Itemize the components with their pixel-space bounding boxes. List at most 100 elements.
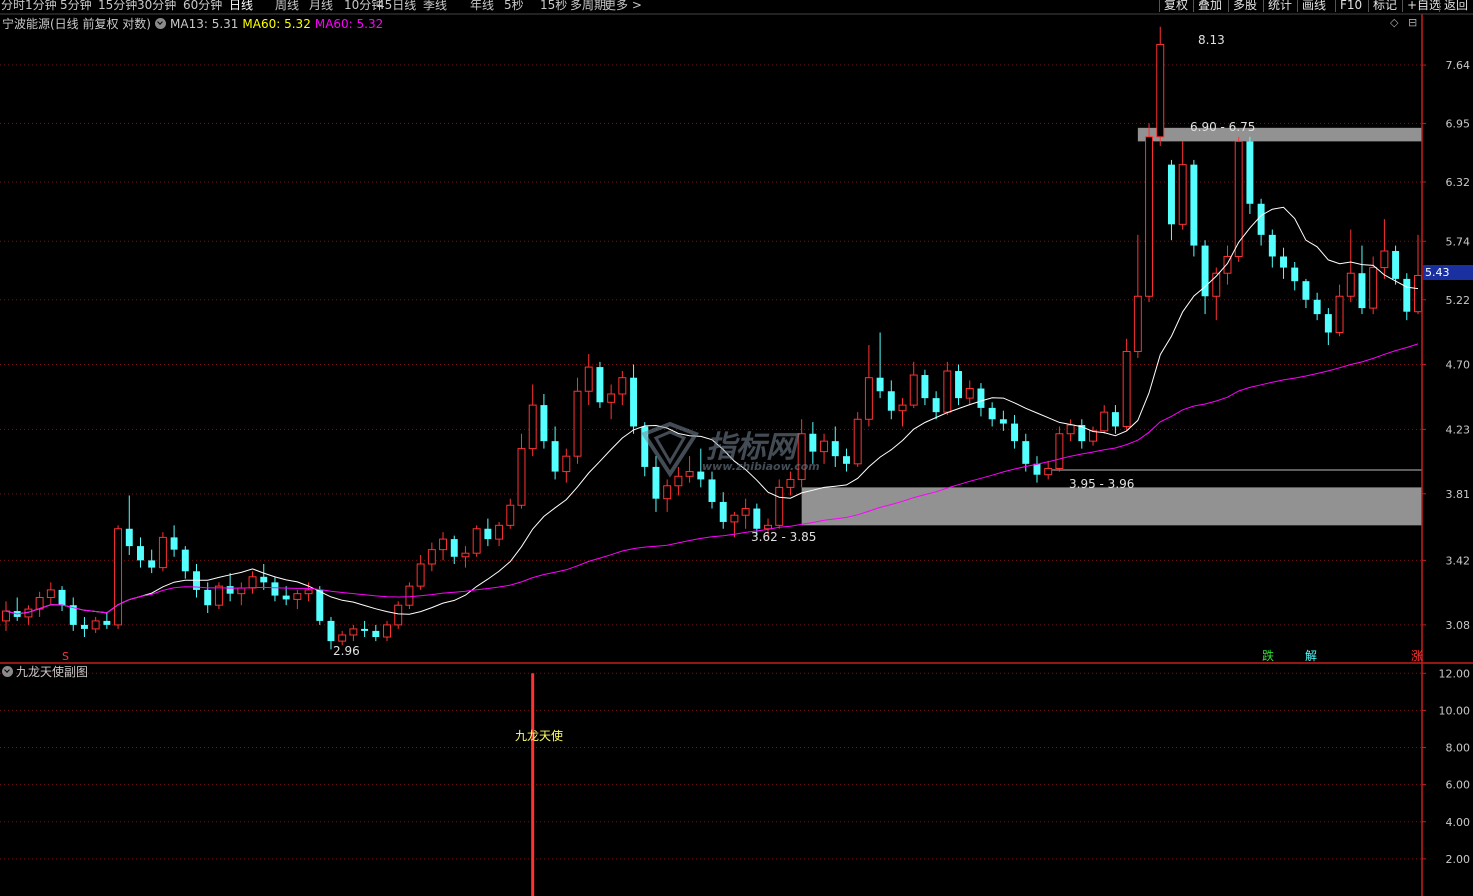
diamond-icon[interactable]: ◇ [1390, 16, 1398, 29]
candle-body-111 [1246, 141, 1254, 204]
candle-body-50 [562, 455, 571, 473]
y-tick-label-sub-5: 2.00 [1446, 853, 1471, 866]
candle-body-68 [764, 524, 773, 530]
candle-body-34 [383, 624, 391, 638]
candle-body-67 [753, 508, 761, 529]
candle-body-13 [148, 560, 156, 568]
indicator-toggle-icon[interactable] [155, 18, 166, 29]
candle-body-83 [932, 398, 940, 413]
period-tab-12[interactable]: 年线 [470, 0, 494, 12]
annotation-gap-top: 6.90 - 6.75 [1190, 120, 1255, 134]
toolbar-button-6[interactable]: 标记 [1368, 0, 1401, 12]
period-tab-16[interactable]: 更多 > [604, 0, 642, 12]
candle-body-14 [158, 536, 167, 569]
price-zone-top [1137, 127, 1422, 142]
y-tick-label-main-5: 4.70 [1446, 358, 1471, 371]
candle-body-22 [248, 576, 257, 589]
candle-body-29 [327, 620, 335, 642]
candle-body-40 [450, 539, 458, 557]
ma60-label-a: MA60: 5.32 [242, 17, 311, 31]
candle-body-73 [820, 440, 829, 453]
sub-y-axis: 12.00 10.00 8.00 6.00 4.00 2.00 [1422, 667, 1470, 866]
candle-body-101 [1133, 295, 1142, 352]
candle-body-23 [260, 576, 268, 583]
watermark-logo-icon [640, 421, 700, 478]
candle-body-0 [2, 610, 10, 622]
toolbar-button-8[interactable]: 返回 [1439, 0, 1472, 12]
candle-body-70 [786, 478, 795, 488]
candle-body-51 [573, 390, 582, 457]
period-tab-14[interactable]: 15秒 [540, 0, 567, 12]
period-tab-13[interactable]: 5秒 [504, 0, 524, 12]
candle-body-81 [909, 374, 918, 406]
candle-body-94 [1055, 433, 1064, 469]
candle-body-114 [1280, 256, 1287, 268]
main-grid [0, 64, 1422, 626]
toolbar-button-2[interactable]: 多股 [1228, 0, 1261, 12]
candle-body-45 [506, 504, 515, 526]
candle-body-30 [338, 634, 347, 642]
candle-body-35 [394, 604, 403, 626]
candle-body-115 [1291, 267, 1299, 282]
candle-body-25 [282, 595, 290, 600]
candle-body-43 [484, 528, 492, 540]
candle-body-55 [618, 377, 627, 395]
toolbar-button-4[interactable]: 画线 [1297, 0, 1330, 12]
period-tab-7[interactable]: 周线 [275, 0, 299, 12]
toolbar-button-3[interactable]: 统计 [1263, 0, 1296, 12]
candle-body-19 [214, 585, 223, 606]
toolbar-button-0[interactable]: 复权 [1159, 0, 1192, 12]
candle-body-90 [1011, 423, 1019, 442]
period-tab-11[interactable]: 季线 [423, 0, 447, 12]
period-tab-1[interactable]: 1分钟 [25, 0, 57, 12]
y-tick-label-main-4: 5.22 [1446, 294, 1471, 307]
candle-body-11 [125, 528, 133, 547]
candle-body-79 [887, 391, 895, 411]
period-tab-2[interactable]: 5分钟 [60, 0, 92, 12]
candle-body-7 [80, 624, 88, 629]
candle-body-105 [1178, 164, 1187, 225]
price-zone-low [801, 487, 1422, 526]
candle-body-32 [361, 628, 369, 631]
period-tab-4[interactable]: 30分钟 [137, 0, 176, 12]
toolbar-button-1[interactable]: 叠加 [1193, 0, 1226, 12]
candle-body-75 [843, 456, 850, 464]
y-tick-label-sub-2: 8.00 [1446, 742, 1471, 755]
toolbar-button-5[interactable]: F10 [1335, 0, 1366, 12]
main-title-row: 宁波能源(日线 前复权 对数) MA13: 5.31 MA60: 5.32 MA60:… [2, 16, 387, 32]
candle-body-126 [1414, 274, 1422, 313]
period-tab-10[interactable]: 45日线 [377, 0, 416, 12]
candle-body-74 [831, 441, 839, 457]
candle-body-9 [103, 620, 111, 625]
period-tab-6[interactable]: 日线 [229, 0, 253, 12]
ma13-label: MA13: 5.31 [170, 17, 239, 31]
candle-body-84 [943, 370, 952, 413]
candle-body-104 [1167, 164, 1175, 225]
y-tick-label-sub-3: 6.00 [1446, 779, 1471, 792]
candle-body-46 [517, 448, 526, 506]
candle-body-18 [204, 589, 212, 606]
y-tick-label-main-0: 7.64 [1446, 59, 1471, 72]
period-tab-3[interactable]: 15分钟 [98, 0, 137, 12]
y-tick-label-sub-1: 10.00 [1439, 704, 1471, 717]
period-tab-8[interactable]: 月线 [309, 0, 333, 12]
y-tick-label-main-6: 4.23 [1446, 423, 1471, 436]
sub-title: 九龙天使副图 [16, 665, 89, 679]
period-tab-5[interactable]: 60分钟 [183, 0, 222, 12]
candle-body-98 [1100, 411, 1109, 432]
period-tab-0[interactable]: 分时 [1, 0, 25, 12]
candle-body-64 [719, 501, 727, 522]
window-restore-icon[interactable]: ⊟ [1408, 16, 1417, 29]
candle-body-4 [46, 589, 55, 598]
candle-body-38 [427, 549, 436, 565]
signal-bar [531, 673, 535, 896]
candle-body-102 [1145, 136, 1154, 297]
period-tab-15[interactable]: 多周期 [570, 0, 606, 12]
sub-grid [0, 672, 1422, 860]
candle-body-16 [181, 549, 189, 572]
candle-body-5 [58, 589, 66, 606]
candle-body-95 [1066, 424, 1075, 435]
candle-body-82 [921, 375, 929, 399]
candle-body-54 [607, 393, 616, 403]
sub-indicator-toggle-icon[interactable] [2, 666, 13, 677]
